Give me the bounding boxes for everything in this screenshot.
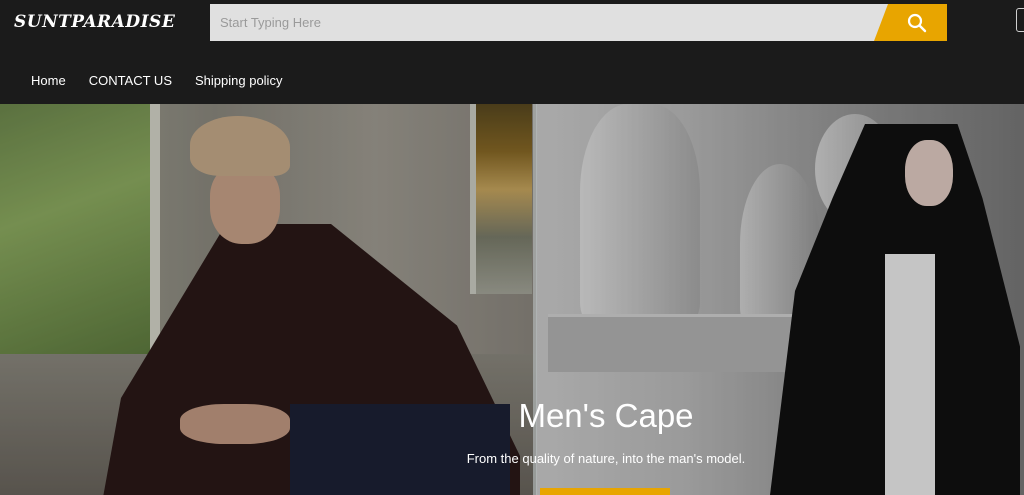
search-input[interactable]: [210, 4, 890, 41]
hero-banner[interactable]: Men's Cape From the quality of nature, i…: [0, 104, 1024, 495]
site-header: SUNTPARADISE Home CONTACT US Shipping po…: [0, 0, 1024, 104]
nav-link-shipping-policy[interactable]: Shipping policy: [195, 73, 282, 88]
main-nav: Home CONTACT US Shipping policy: [0, 62, 305, 98]
hero-overlay: [0, 104, 1024, 495]
nav-link-contact-us[interactable]: CONTACT US: [89, 73, 172, 88]
search-icon: [907, 13, 927, 33]
shop-now-button[interactable]: [540, 488, 670, 495]
cart-button[interactable]: [1016, 8, 1024, 32]
hero-title: Men's Cape: [518, 397, 694, 434]
site-logo[interactable]: SUNTPARADISE: [14, 10, 175, 34]
hero-subtitle: From the quality of nature, into the man…: [466, 451, 746, 466]
nav-link-home[interactable]: Home: [31, 73, 66, 88]
